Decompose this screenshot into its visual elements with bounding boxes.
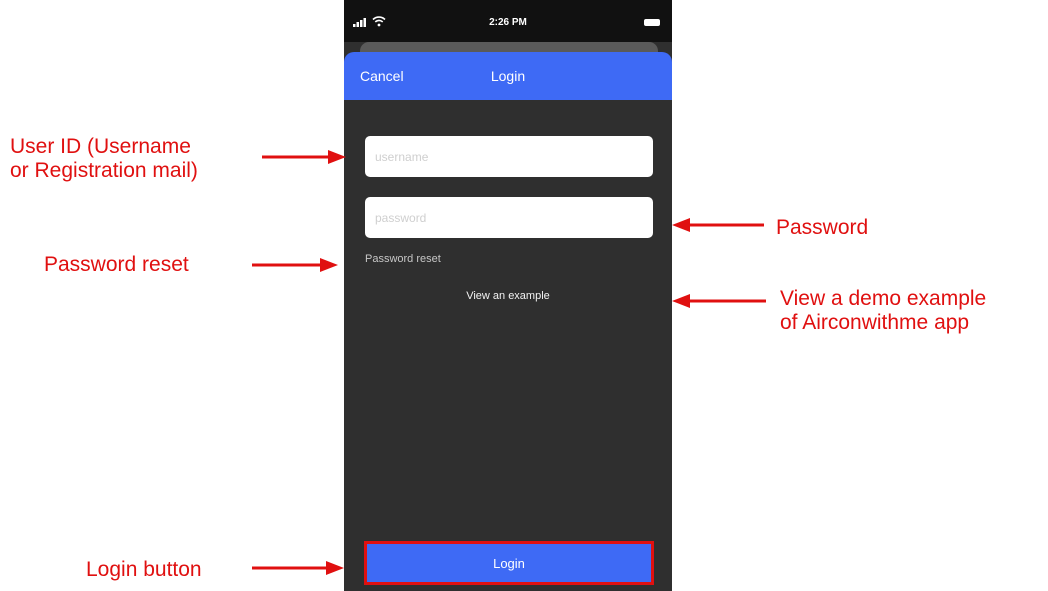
annotation-login-button: Login button (86, 558, 202, 581)
view-example-link[interactable]: View an example (344, 290, 672, 302)
arrow-password-reset (252, 258, 338, 272)
login-button[interactable]: Login (364, 541, 654, 585)
nav-bar: Cancel Login (344, 52, 672, 100)
username-input[interactable] (365, 136, 653, 177)
annotation-user-id: User ID (Username or Registration mail) (10, 135, 198, 182)
password-input[interactable] (365, 197, 653, 238)
phone-screen: 2:26 PM Cancel Login Password reset View… (344, 0, 672, 591)
arrow-password (672, 218, 764, 232)
status-bar: 2:26 PM (344, 0, 672, 42)
page-title: Login (490, 68, 526, 84)
arrow-login-button (252, 561, 344, 575)
status-time: 2:26 PM (489, 17, 527, 28)
arrow-user-id (262, 150, 346, 164)
battery-icon (644, 19, 660, 26)
annotation-password-reset: Password reset (44, 253, 189, 276)
annotation-password: Password (776, 216, 869, 239)
password-reset-link[interactable]: Password reset (365, 253, 441, 265)
annotation-demo-example: View a demo example of Airconwithme app (780, 287, 987, 334)
canvas: 2:26 PM Cancel Login Password reset View… (0, 0, 1048, 591)
arrow-demo-example (672, 294, 766, 308)
